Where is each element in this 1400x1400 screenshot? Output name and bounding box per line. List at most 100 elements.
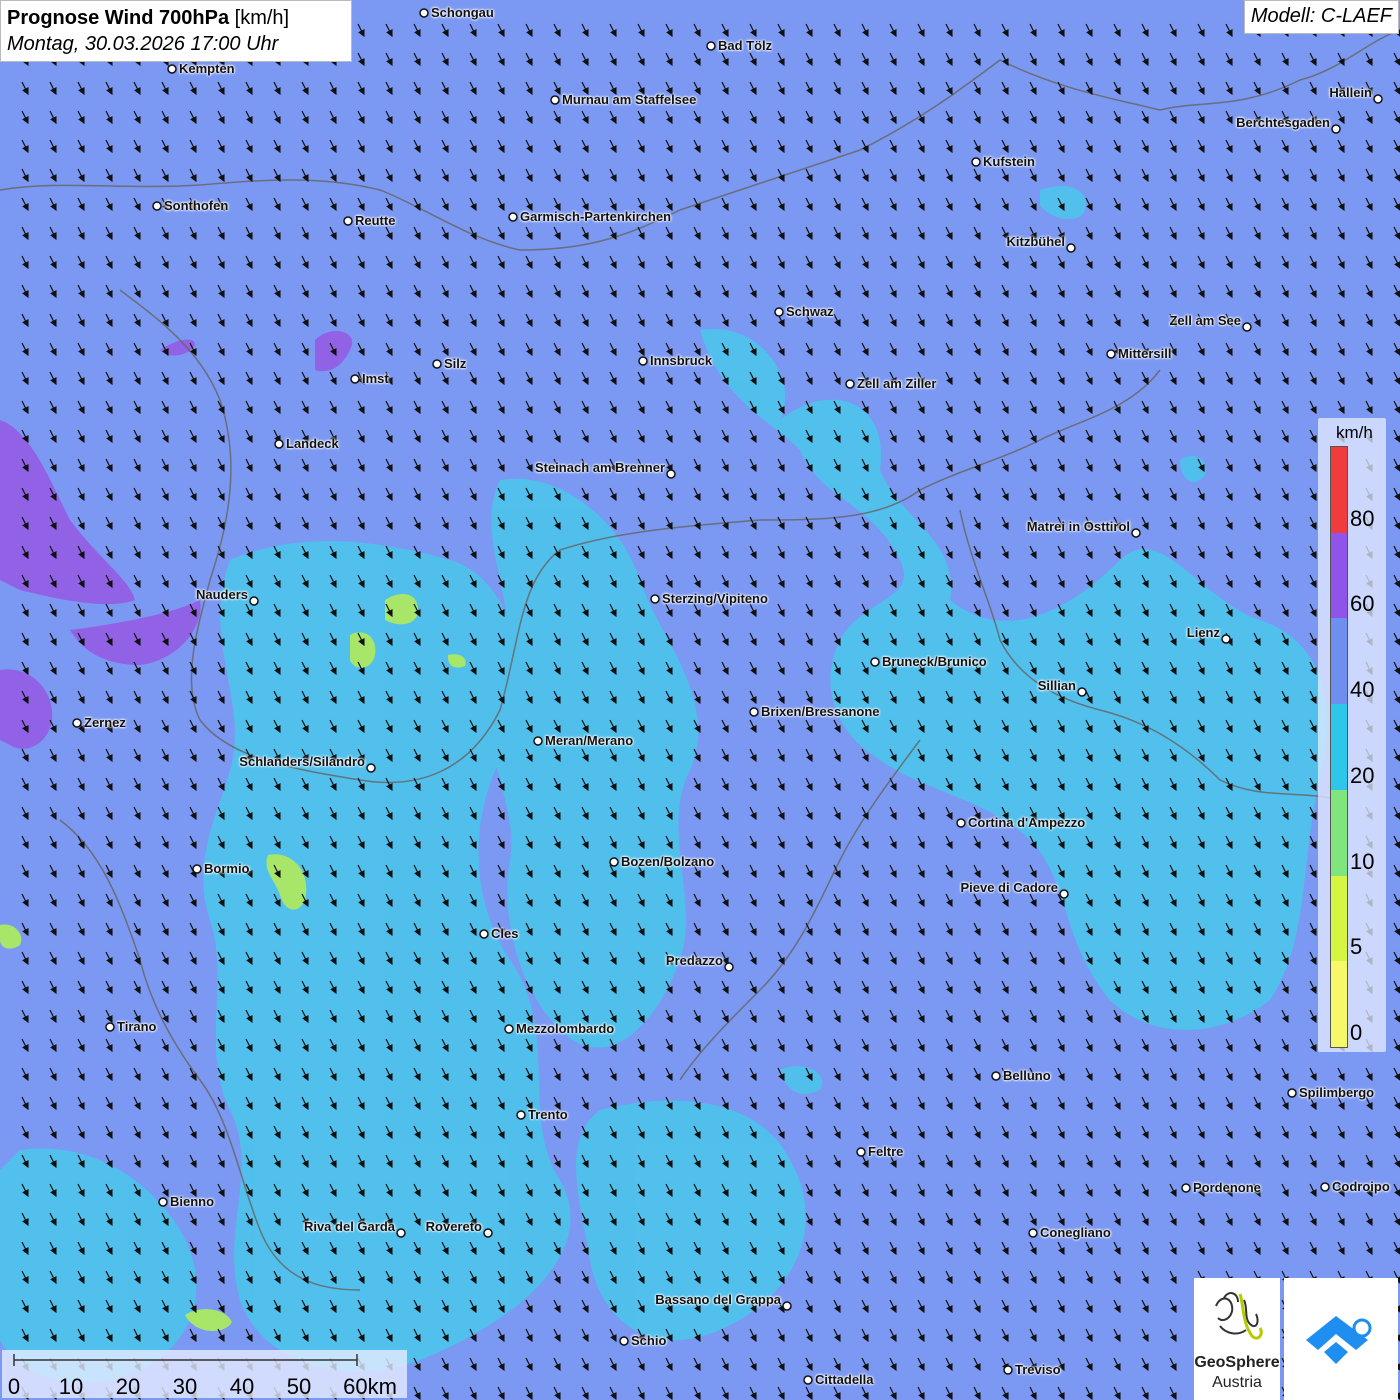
city-marker	[666, 469, 676, 479]
city-marker	[650, 594, 660, 604]
legend-color-segment	[1331, 532, 1347, 619]
city-marker	[483, 1228, 493, 1238]
legend-tick-label: 10	[1350, 848, 1375, 874]
scale-label: 20	[115, 1374, 141, 1399]
city-label: Zell am Ziller	[857, 376, 937, 391]
legend-tick-label: 5	[1350, 934, 1363, 960]
title-box: Prognose Wind 700hPa [km/h] Montag, 30.0…	[0, 0, 352, 62]
city-marker	[508, 212, 518, 222]
city-marker	[1059, 889, 1069, 899]
city-marker	[991, 1071, 1001, 1081]
city-marker	[1287, 1088, 1297, 1098]
city-marker	[432, 359, 442, 369]
city-marker	[1077, 687, 1087, 697]
legend-color-segment	[1331, 704, 1347, 790]
city-label: Silz	[444, 356, 467, 371]
city-label: Riva del Garda	[303, 1219, 395, 1234]
city-marker	[533, 736, 543, 746]
legend-color-segment	[1331, 447, 1347, 533]
city-marker	[1066, 243, 1076, 253]
title-unit: [km/h]	[234, 7, 290, 29]
city-label: Treviso	[1015, 1362, 1061, 1377]
city-label: Brixen/Bressanone	[761, 704, 880, 719]
city-marker	[1242, 322, 1252, 332]
city-label: Belluno	[1003, 1068, 1051, 1083]
city-label: Trento	[528, 1107, 568, 1122]
city-marker	[609, 857, 619, 867]
city-label: Cittadella	[815, 1372, 874, 1387]
city-label: Kufstein	[983, 154, 1035, 169]
color-legend: km/h 80 60 40 20 10 5 0	[1318, 418, 1386, 1052]
city-label: Bad Tölz	[718, 38, 773, 53]
legend-tick-label: 0	[1350, 1020, 1363, 1045]
city-label: Landeck	[286, 436, 339, 451]
city-label: Zell am See	[1169, 313, 1241, 328]
city-marker	[870, 657, 880, 667]
city-label: Reutte	[355, 213, 396, 228]
city-label: Lienz	[1186, 625, 1220, 640]
city-label: Bormio	[204, 861, 250, 876]
city-label: Sonthofen	[164, 198, 229, 213]
city-marker	[1181, 1183, 1191, 1193]
legend-colorbar	[1330, 446, 1348, 1048]
scale-label: 50	[286, 1374, 312, 1399]
forecast-datetime: Montag, 30.03.2026 17:00 Uhr	[7, 33, 279, 55]
city-label: Matrei in Osttirol	[1026, 519, 1130, 534]
city-marker	[856, 1147, 866, 1157]
city-label: Garmisch-Partenkirchen	[520, 209, 672, 224]
city-label: Codroipo	[1332, 1179, 1390, 1194]
city-marker	[749, 707, 759, 717]
city-marker	[1320, 1182, 1330, 1192]
city-marker	[638, 356, 648, 366]
geosphere-logo[interactable]: GeoSphere Austria	[1194, 1278, 1280, 1400]
city-marker	[158, 1197, 168, 1207]
city-label: Bozen/Bolzano	[621, 854, 715, 869]
city-label: Tirano	[117, 1019, 157, 1034]
city-marker	[1373, 94, 1383, 104]
legend-color-segment	[1331, 875, 1347, 962]
city-label: Conegliano	[1040, 1225, 1111, 1240]
city-marker	[1028, 1228, 1038, 1238]
city-label: Feltre	[868, 1144, 904, 1159]
scale-label: 0	[7, 1374, 21, 1399]
city-label: Nauders	[195, 587, 248, 602]
model-label: Modell: C-LAEF	[1243, 0, 1399, 34]
title-main: Prognose Wind 700hPa	[7, 7, 230, 29]
city-marker	[1221, 634, 1231, 644]
legend-tick-label: 40	[1350, 677, 1375, 703]
city-label: Bienno	[170, 1194, 215, 1209]
city-label: Steinach am Brenner	[534, 460, 665, 475]
city-label: Hallein	[1329, 85, 1372, 100]
city-label: Schwaz	[786, 304, 834, 319]
legend-tick-label: 60	[1350, 591, 1375, 617]
weather-app-logo[interactable]	[1284, 1278, 1398, 1400]
city-label: Spilimbergo	[1299, 1085, 1375, 1100]
city-label: Pieve di Cadore	[960, 880, 1058, 895]
city-label: Kempten	[179, 61, 235, 76]
city-marker	[479, 929, 489, 939]
scale-label: 10	[58, 1374, 84, 1399]
city-label: Predazzo	[665, 953, 723, 968]
scale-label: 60km	[343, 1374, 397, 1399]
city-marker	[971, 157, 981, 167]
city-marker	[167, 64, 177, 74]
city-marker	[724, 962, 734, 972]
city-label: Schlanders/Silandro	[239, 754, 365, 769]
city-label: Meran/Merano	[545, 733, 634, 748]
legend-tick-label: 20	[1350, 762, 1375, 788]
scale-label: 30	[172, 1374, 198, 1399]
city-label: Sterzing/Vipiteno	[662, 591, 768, 606]
city-label: Rovereto	[425, 1219, 482, 1234]
city-marker	[343, 216, 353, 226]
city-marker	[516, 1110, 526, 1120]
city-marker	[249, 596, 259, 606]
city-marker	[782, 1301, 792, 1311]
city-marker	[1106, 349, 1116, 359]
city-label: Mittersill	[1118, 346, 1172, 361]
geosphere-name: GeoSphere	[1194, 1354, 1280, 1371]
city-marker	[706, 41, 716, 51]
city-marker	[396, 1228, 406, 1238]
map-title: Prognose Wind 700hPa [km/h]	[7, 5, 345, 31]
city-label: Innsbruck	[650, 353, 713, 368]
city-marker	[419, 8, 429, 18]
